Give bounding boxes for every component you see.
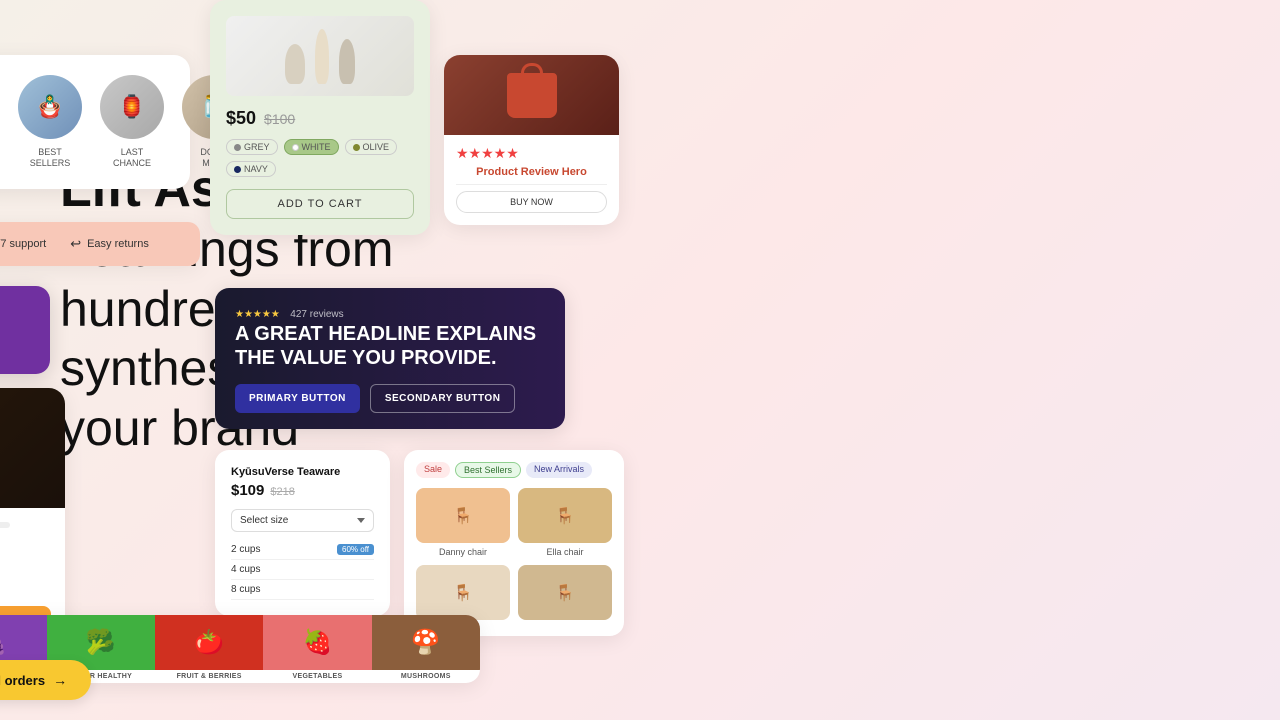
- support-item: 💬 24/7 support: [0, 236, 46, 252]
- teaware-card: KyūsuVerse Teaware $109 $218 Select size…: [215, 450, 390, 616]
- grocery-item-fruit[interactable]: 🍅 FRUIT & BERRIES: [155, 615, 263, 683]
- option-2cups-label: 2 cups: [231, 544, 260, 555]
- hero-banner-stars: ★★★★★: [235, 309, 280, 320]
- furniture-tags: Sale Best Sellers New Arrivals: [416, 462, 612, 478]
- best-sellers-circle: 🪆: [18, 75, 82, 139]
- color-navy[interactable]: NAVY: [226, 161, 276, 177]
- countdown-card: Get 20% off bestsellers 12 DAYS 14 HRS 2…: [0, 286, 50, 374]
- option-8cups-label: 8 cups: [231, 584, 260, 595]
- teaware-option-4cups[interactable]: 4 cups: [231, 560, 374, 580]
- ella-chair-name: Ella chair: [518, 547, 612, 557]
- review-hero-content: ★★★★★ Product Review Hero BUY NOW: [444, 135, 619, 225]
- fruit-image: 🍅: [155, 615, 263, 670]
- color-options: GREY WHITE OLIVE NAVY: [226, 139, 414, 177]
- teaware-price: $109: [231, 482, 264, 499]
- furniture-items-grid: 🪑 Danny chair 🪑 Ella chair 🪑 🪑: [416, 488, 612, 624]
- furniture-item-partial2[interactable]: 🪑: [518, 565, 612, 624]
- tag-best-sellers[interactable]: Best Sellers: [455, 462, 521, 478]
- price-new: $50: [226, 108, 256, 129]
- returns-item: ↩ Easy returns: [70, 236, 149, 252]
- review-stars: ★★★★★: [456, 145, 607, 162]
- returns-text: Easy returns: [87, 238, 149, 250]
- mushrooms-label: MUSHROOMS: [372, 670, 480, 683]
- category-item-best-sellers[interactable]: 🪆 BESTSELLERS: [18, 75, 82, 169]
- review-hero-image: [444, 55, 619, 135]
- vegetables-image: 🍓: [263, 615, 371, 670]
- grocery-item-vegetables[interactable]: 🍓 VEGETABLES: [263, 615, 371, 683]
- option-4cups-label: 4 cups: [231, 564, 260, 575]
- hero-secondary-button[interactable]: SECONDARY BUTTON: [370, 384, 516, 413]
- add-to-cart-button[interactable]: ADD TO CART: [226, 189, 414, 219]
- pd-feature-3: 🚚 Free shipping worldwide: [0, 582, 51, 593]
- tag-sale[interactable]: Sale: [416, 462, 450, 478]
- shipping-banner: 🚚 Free shipping 💬 24/7 support ↩ Easy re…: [0, 222, 200, 266]
- chair-4-image: 🪑: [518, 565, 612, 620]
- teaware-size-select[interactable]: Select size 2 cups 4 cups 8 cups: [231, 509, 374, 532]
- color-olive[interactable]: OLIVE: [345, 139, 398, 155]
- countdown-numbers: 12 DAYS 14 HRS 23 MIN: [0, 324, 30, 360]
- furniture-item-danny[interactable]: 🪑 Danny chair: [416, 488, 510, 557]
- tag-new-arrivals[interactable]: New Arrivals: [526, 462, 592, 478]
- headline-line2: THE VALUE YOU PROVIDE.: [235, 347, 497, 369]
- pd-feature-2: ↩ Free 30-day returns: [0, 566, 51, 577]
- product-detail-image: [0, 388, 65, 508]
- teaware-price-row: $109 $218: [231, 482, 374, 499]
- danny-chair-image: 🪑: [416, 488, 510, 543]
- color-white[interactable]: WHITE: [284, 139, 339, 155]
- review-hero-title: Product Review Hero: [456, 166, 607, 178]
- furniture-grid: Sale Best Sellers New Arrivals 🪑 Danny c…: [404, 450, 624, 636]
- teaware-title: KyūsuVerse Teaware: [231, 466, 374, 478]
- free-shipping-bottom-text: Free shipping on all orders: [0, 673, 45, 688]
- last-chance-circle: 🏮: [100, 75, 164, 139]
- hero-banner-headline: A GREAT HEADLINE EXPLAINS THE VALUE YOU …: [235, 322, 545, 370]
- arrow-right-icon: →: [53, 672, 67, 688]
- chair-4-icon: 🪑: [555, 583, 575, 603]
- mushrooms-image: 🍄: [372, 615, 480, 670]
- chair-3-icon: 🪑: [453, 583, 473, 603]
- category-circles-widget: 🪑 EDITORSPICKS 💐 SPRINGNEWS 🪆 BESTSELLER…: [0, 55, 190, 189]
- pd-title-line: [0, 522, 10, 528]
- teaware-option-8cups[interactable]: 8 cups: [231, 580, 374, 600]
- last-chance-label: LASTCHANCE: [113, 147, 151, 169]
- hero-primary-button[interactable]: PRIMARY BUTTON: [235, 384, 360, 413]
- ella-chair-icon: 🪑: [555, 506, 575, 526]
- ella-chair-image: 🪑: [518, 488, 612, 543]
- color-grey[interactable]: GREY: [226, 139, 278, 155]
- furniture-item-ella[interactable]: 🪑 Ella chair: [518, 488, 612, 557]
- vegetables-label: VEGETABLES: [263, 670, 371, 683]
- product-card-top: $50 $100 GREY WHITE OLIVE NAVY ADD TO CA…: [210, 0, 430, 235]
- free-shipping-bottom-banner[interactable]: 🚚 Free shipping on all orders →: [0, 660, 91, 700]
- price-old: $100: [264, 111, 295, 127]
- pd-feature-1: 🌿 Made with natural ingredients: [0, 550, 51, 561]
- discount-badge-2cups: 60% off: [337, 544, 374, 555]
- grocery-item-mushrooms[interactable]: 🍄 MUSHROOMS: [372, 615, 480, 683]
- divider: [456, 184, 607, 185]
- headline-line1: A GREAT HEADLINE EXPLAINS: [235, 323, 536, 345]
- best-sellers-label: BESTSELLERS: [30, 147, 71, 169]
- danny-chair-name: Danny chair: [416, 547, 510, 557]
- category-item-last-chance[interactable]: 🏮 LASTCHANCE: [100, 75, 164, 169]
- price-row: $50 $100: [226, 108, 414, 129]
- review-hero-card: ★★★★★ Product Review Hero BUY NOW: [444, 55, 619, 225]
- hero-banner-widget: ★★★★★ 427 reviews A GREAT HEADLINE EXPLA…: [215, 288, 565, 429]
- buy-now-button[interactable]: BUY NOW: [456, 191, 607, 213]
- returns-icon: ↩: [70, 236, 81, 252]
- countdown-title: Get 20% off bestsellers: [0, 300, 30, 314]
- support-text: 24/7 support: [0, 238, 46, 250]
- teaware-option-2cups[interactable]: 2 cups 60% off: [231, 540, 374, 560]
- fruit-label: FRUIT & BERRIES: [155, 670, 263, 683]
- product-image-top: [226, 16, 414, 96]
- hero-banner-buttons: PRIMARY BUTTON SECONDARY BUTTON: [235, 384, 545, 413]
- danny-chair-icon: 🪑: [453, 506, 473, 526]
- chair-3-image: 🪑: [416, 565, 510, 620]
- hero-banner-reviews: 427 reviews: [290, 309, 343, 320]
- hero-banner-stars-row: ★★★★★ 427 reviews: [235, 304, 545, 322]
- teaware-price-old: $218: [270, 486, 294, 498]
- product-detail-card: 🌿 Made with natural ingredients ↩ Free 3…: [0, 388, 65, 649]
